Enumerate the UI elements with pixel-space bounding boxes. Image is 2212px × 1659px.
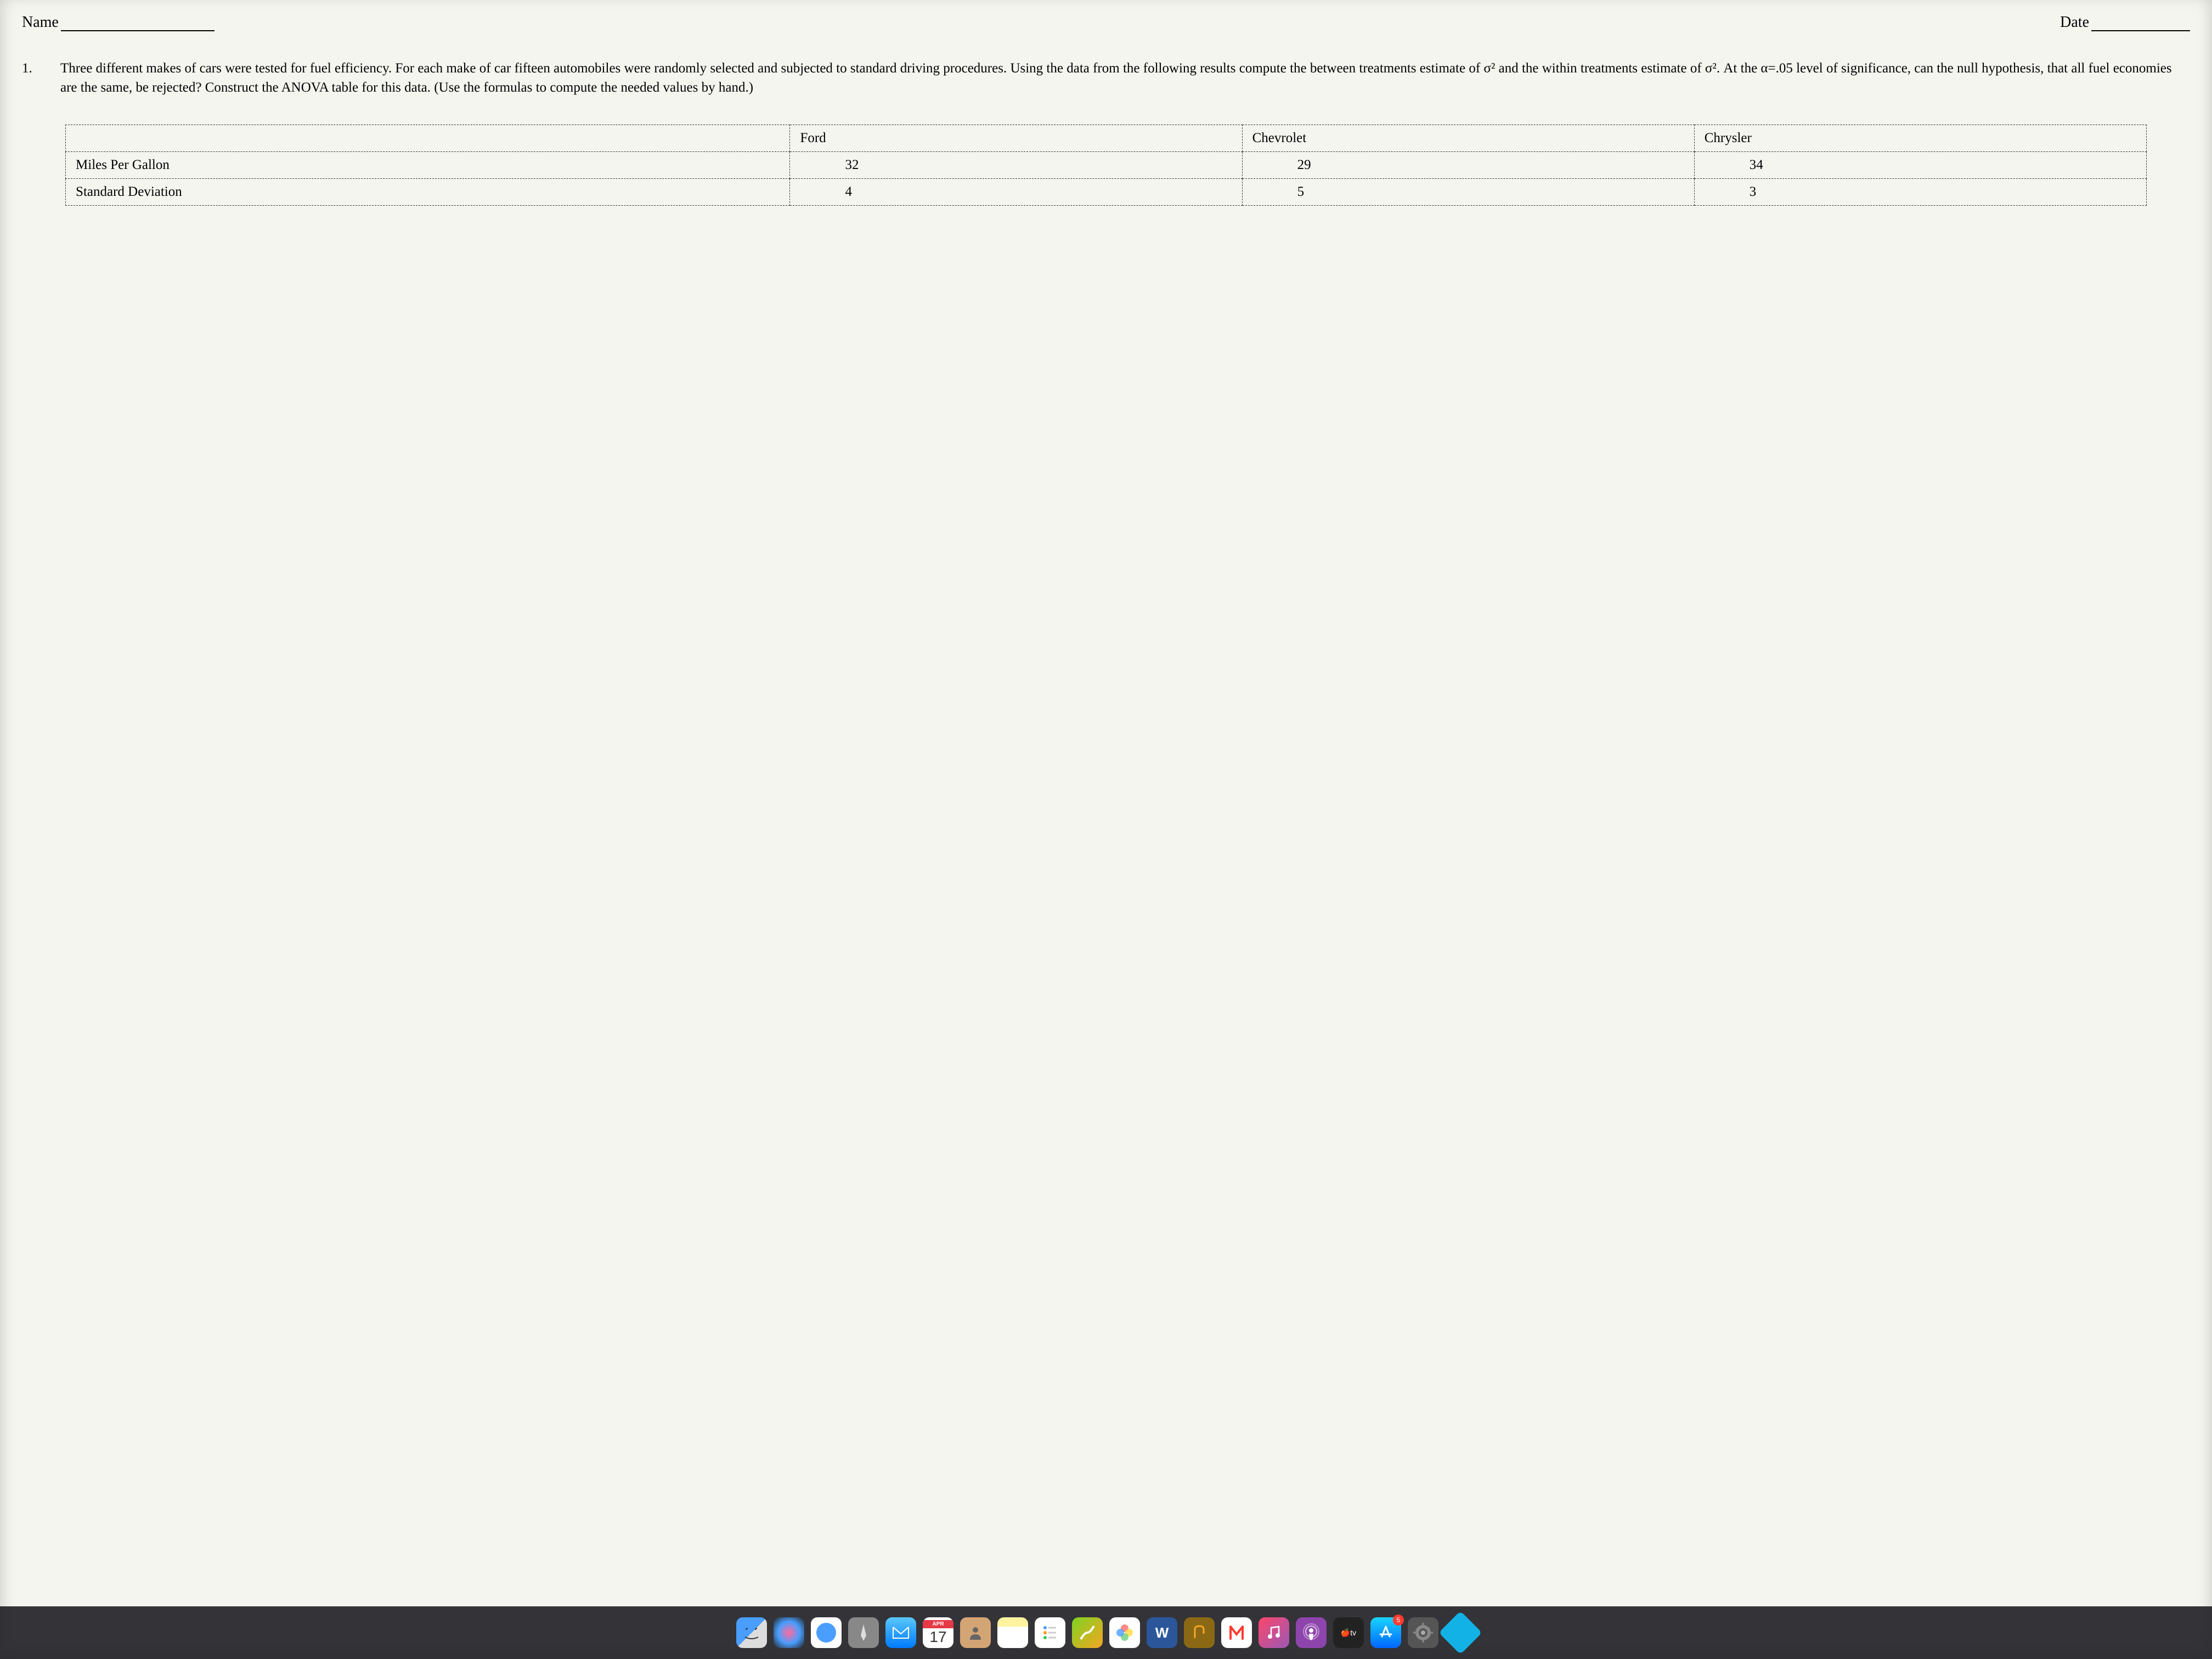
table-header-blank: [66, 125, 790, 152]
date-label: Date: [2060, 14, 2089, 31]
name-label: Name: [22, 14, 59, 31]
table-header-row: Ford Chevrolet Chrysler: [66, 125, 2147, 152]
notes-icon[interactable]: [997, 1617, 1028, 1648]
launchpad-icon[interactable]: [848, 1617, 879, 1648]
cell-chrysler-mpg: 34: [1694, 152, 2146, 179]
kodi-icon[interactable]: [1438, 1611, 1482, 1654]
table-row: Standard Deviation 4 5 3: [66, 179, 2147, 206]
question-text: Three different makes of cars were teste…: [60, 59, 2190, 97]
data-table: Ford Chevrolet Chrysler Miles Per Gallon…: [65, 125, 2147, 206]
update-badge: 5: [1393, 1615, 1404, 1626]
question-number: 1.: [22, 59, 38, 97]
cell-chrysler-sd: 3: [1694, 179, 2146, 206]
contacts-icon[interactable]: [960, 1617, 991, 1648]
worksheet-header: Name Date: [22, 14, 2190, 31]
news-icon[interactable]: [1221, 1617, 1252, 1648]
maps-icon[interactable]: [1072, 1617, 1103, 1648]
name-field: Name: [22, 14, 215, 31]
table-header-chrysler: Chrysler: [1694, 125, 2146, 152]
table-header-chevrolet: Chevrolet: [1242, 125, 1694, 152]
mail-icon[interactable]: [885, 1617, 916, 1648]
calendar-month: APR: [923, 1620, 953, 1628]
cell-ford-mpg: 32: [790, 152, 1242, 179]
podcasts-icon[interactable]: [1296, 1617, 1327, 1648]
photos-icon[interactable]: [1109, 1617, 1140, 1648]
calendar-day: 17: [929, 1628, 946, 1646]
apple-tv-icon[interactable]: 🍎tv: [1333, 1617, 1364, 1648]
garageband-icon[interactable]: [1184, 1617, 1215, 1648]
app-store-icon[interactable]: 5: [1370, 1617, 1401, 1648]
date-blank-line: [2091, 15, 2190, 31]
name-blank-line: [61, 15, 215, 31]
music-icon[interactable]: [1259, 1617, 1289, 1648]
row-label-mpg: Miles Per Gallon: [66, 152, 790, 179]
safari-icon[interactable]: [811, 1617, 842, 1648]
calendar-icon[interactable]: APR 17: [923, 1617, 953, 1648]
macos-dock: APR 17 W 🍎tv 5: [0, 1606, 2212, 1659]
reminders-icon[interactable]: [1035, 1617, 1065, 1648]
cell-ford-sd: 4: [790, 179, 1242, 206]
system-preferences-icon[interactable]: [1408, 1617, 1438, 1648]
finder-icon[interactable]: [736, 1617, 767, 1648]
table-header-ford: Ford: [790, 125, 1242, 152]
cell-chevrolet-mpg: 29: [1242, 152, 1694, 179]
microsoft-word-icon[interactable]: W: [1147, 1617, 1177, 1648]
siri-icon[interactable]: [774, 1617, 804, 1648]
word-letter: W: [1155, 1624, 1169, 1641]
date-field: Date: [2060, 14, 2190, 31]
table-row: Miles Per Gallon 32 29 34: [66, 152, 2147, 179]
appletv-label: 🍎tv: [1341, 1628, 1356, 1638]
cell-chevrolet-sd: 5: [1242, 179, 1694, 206]
question-block: 1. Three different makes of cars were te…: [22, 59, 2190, 97]
document-page: Name Date 1. Three different makes of ca…: [0, 0, 2212, 1659]
row-label-sd: Standard Deviation: [66, 179, 790, 206]
